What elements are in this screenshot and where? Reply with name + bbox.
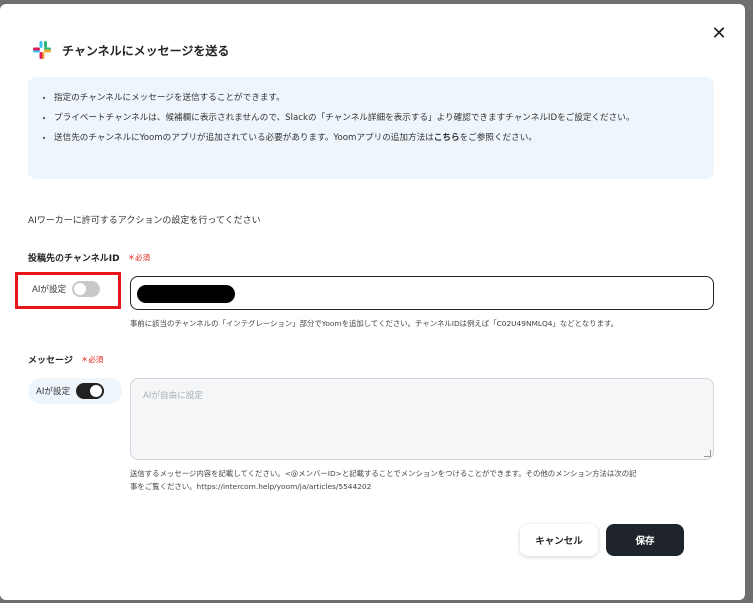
slack-logo-icon — [33, 41, 51, 59]
message-ai-toggle[interactable]: AIが設定 — [28, 378, 122, 404]
redacted-value — [137, 285, 235, 303]
info-item-text: 送信先のチャンネルにYoomのアプリが追加されている必要があります。Yoomアプ… — [54, 133, 434, 143]
resize-handle[interactable] — [704, 450, 711, 457]
close-icon[interactable]: ✕ — [709, 24, 729, 44]
save-button[interactable]: 保存 — [606, 524, 684, 556]
required-marker: ＊必須 — [127, 253, 151, 262]
info-item: プライベートチャンネルは、候補欄に表示されませんので、Slackの「チャンネル詳… — [54, 110, 700, 126]
cancel-button[interactable]: キャンセル — [520, 524, 598, 556]
modal-dialog: ✕ チャンネルにメッセージを送る 指定のチャンネルにメッセージを送信することがで… — [0, 4, 745, 600]
highlight-box — [15, 272, 121, 309]
message-textarea[interactable]: AIが自由に設定 — [130, 378, 714, 460]
channel-field-label-row: 投稿先のチャンネルID ＊必須 — [28, 251, 150, 264]
toggle-knob — [90, 385, 103, 397]
info-item: 送信先のチャンネルにYoomのアプリが追加されている必要があります。Yoomアプ… — [54, 130, 700, 146]
info-item: 指定のチャンネルにメッセージを送信することができます。 — [54, 90, 700, 106]
message-field-label: メッセージ — [28, 356, 73, 366]
message-hint-line: 事をご覧ください。https://intercom.help/yoom/ja/a… — [130, 482, 372, 491]
ai-toggle-label: AIが設定 — [36, 387, 71, 397]
message-placeholder: AIが自由に設定 — [143, 391, 203, 401]
message-field-label-row: メッセージ ＊必須 — [28, 353, 103, 366]
help-link[interactable]: こちら — [434, 133, 460, 143]
required-marker: ＊必須 — [80, 355, 104, 364]
message-hint-line: 送信するメッセージ内容を記載してください。<@メンバーID>と記載することでメン… — [130, 469, 637, 478]
section-description: AIワーカーに許可するアクションの設定を行ってください — [28, 216, 261, 226]
toggle-switch[interactable] — [76, 383, 105, 399]
dialog-header: チャンネルにメッセージを送る — [32, 40, 229, 60]
channel-field-label: 投稿先のチャンネルID — [28, 254, 120, 264]
channel-field-hint: 事前に該当のチャンネルの「インテグレーション」部分でYoomを追加してください。… — [130, 319, 619, 328]
message-field-hint: 送信するメッセージ内容を記載してください。<@メンバーID>と記載することでメン… — [130, 467, 720, 493]
channel-id-input[interactable] — [130, 276, 714, 310]
info-list: 指定のチャンネルにメッセージを送信することができます。 プライベートチャンネルは… — [28, 77, 714, 146]
dialog-title: チャンネルにメッセージを送る — [62, 43, 230, 58]
info-box: 指定のチャンネルにメッセージを送信することができます。 プライベートチャンネルは… — [28, 77, 714, 179]
info-item-suffix: をご参照ください。 — [459, 133, 537, 143]
